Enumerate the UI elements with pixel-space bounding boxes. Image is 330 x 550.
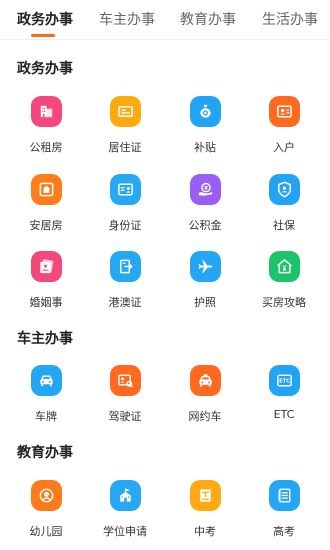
house-icon bbox=[30, 174, 62, 205]
service-license-plate[interactable]: 车牌 bbox=[11, 365, 81, 424]
exit-door-icon bbox=[109, 251, 141, 282]
svg-text:ETC: ETC bbox=[279, 379, 290, 385]
exam-paper-icon bbox=[268, 480, 300, 511]
service-high-school-entrance-exam[interactable]: 中考 bbox=[170, 480, 240, 539]
service-label: 公租房 bbox=[29, 141, 63, 154]
service-label: 婚姻事 bbox=[29, 296, 63, 309]
service-id-card[interactable]: 身份证 bbox=[90, 174, 160, 233]
car-icon bbox=[30, 365, 62, 396]
tab-government[interactable]: 政务办事 bbox=[17, 9, 73, 29]
service-hk-macau-permit[interactable]: 港澳证 bbox=[90, 251, 160, 310]
service-school-place-application[interactable]: 学位申请 bbox=[90, 480, 160, 539]
shield-user-icon bbox=[268, 174, 300, 205]
service-household-registration[interactable]: 入户 bbox=[249, 96, 319, 155]
service-label: ETC bbox=[273, 408, 295, 421]
service-label: 居住证 bbox=[108, 141, 142, 154]
service-subsidy[interactable]: 补贴 bbox=[170, 96, 240, 155]
service-label: 驾驶证 bbox=[108, 410, 142, 423]
service-marriage[interactable]: 婚姻事 bbox=[11, 251, 81, 310]
section-title-education: 教育办事 bbox=[17, 445, 73, 461]
kindergarten-icon bbox=[30, 480, 62, 511]
section-title-government: 政务办事 bbox=[17, 61, 73, 77]
service-label: 买房攻略 bbox=[262, 296, 306, 309]
category-tab-bar: 政务办事 车主办事 教育办事 生活办事 bbox=[0, 0, 330, 40]
profile-card-icon bbox=[268, 96, 300, 127]
service-label: 港澳证 bbox=[108, 296, 142, 309]
section-title-car-owner: 车主办事 bbox=[17, 331, 73, 347]
service-residence-permit[interactable]: 居住证 bbox=[90, 96, 160, 155]
house-price-icon bbox=[268, 251, 300, 282]
service-home-buying-guide[interactable]: 买房攻略 bbox=[249, 251, 319, 310]
service-label: 身份证 bbox=[108, 219, 142, 232]
tab-life[interactable]: 生活办事 bbox=[262, 9, 318, 29]
service-ride-hailing[interactable]: 网约车 bbox=[170, 365, 240, 424]
id-badge-icon bbox=[109, 174, 141, 205]
school-icon bbox=[109, 480, 141, 511]
active-tab-indicator bbox=[31, 34, 55, 37]
airplane-icon bbox=[189, 251, 221, 282]
service-housing-fund[interactable]: 公积金 bbox=[170, 174, 240, 233]
service-label: 补贴 bbox=[194, 141, 216, 154]
service-label: 护照 bbox=[194, 296, 216, 309]
service-driving-license[interactable]: 驾驶证 bbox=[90, 365, 160, 424]
marriage-cert-icon bbox=[30, 251, 62, 282]
service-college-entrance-exam[interactable]: 高考 bbox=[249, 480, 319, 539]
service-label: 网约车 bbox=[188, 410, 222, 423]
service-label: 社保 bbox=[273, 219, 295, 232]
hand-coin-icon bbox=[189, 174, 221, 205]
tab-education[interactable]: 教育办事 bbox=[180, 9, 236, 29]
service-social-security[interactable]: 社保 bbox=[249, 174, 319, 233]
service-kindergarten[interactable]: 幼儿园 bbox=[11, 480, 81, 539]
service-affordable-housing[interactable]: 安居房 bbox=[11, 174, 81, 233]
building-icon bbox=[30, 96, 62, 127]
service-label: 安居房 bbox=[29, 219, 63, 232]
service-label: 高考 bbox=[273, 525, 295, 538]
service-label: 公积金 bbox=[188, 219, 222, 232]
service-label: 中考 bbox=[194, 525, 216, 538]
service-etc[interactable]: ETC ETC bbox=[249, 365, 319, 421]
service-label: 幼儿园 bbox=[29, 525, 63, 538]
service-label: 入户 bbox=[273, 141, 295, 154]
tab-car-owner[interactable]: 车主办事 bbox=[99, 9, 155, 29]
money-bag-icon bbox=[189, 96, 221, 127]
exam-book-icon bbox=[189, 480, 221, 511]
service-public-rental-housing[interactable]: 公租房 bbox=[11, 96, 81, 155]
etc-icon: ETC bbox=[268, 365, 300, 396]
service-label: 学位申请 bbox=[103, 525, 147, 538]
service-label: 车牌 bbox=[35, 410, 57, 423]
taxi-icon bbox=[189, 365, 221, 396]
service-passport[interactable]: 护照 bbox=[170, 251, 240, 310]
license-card-icon bbox=[109, 365, 141, 396]
id-card-icon bbox=[109, 96, 141, 127]
